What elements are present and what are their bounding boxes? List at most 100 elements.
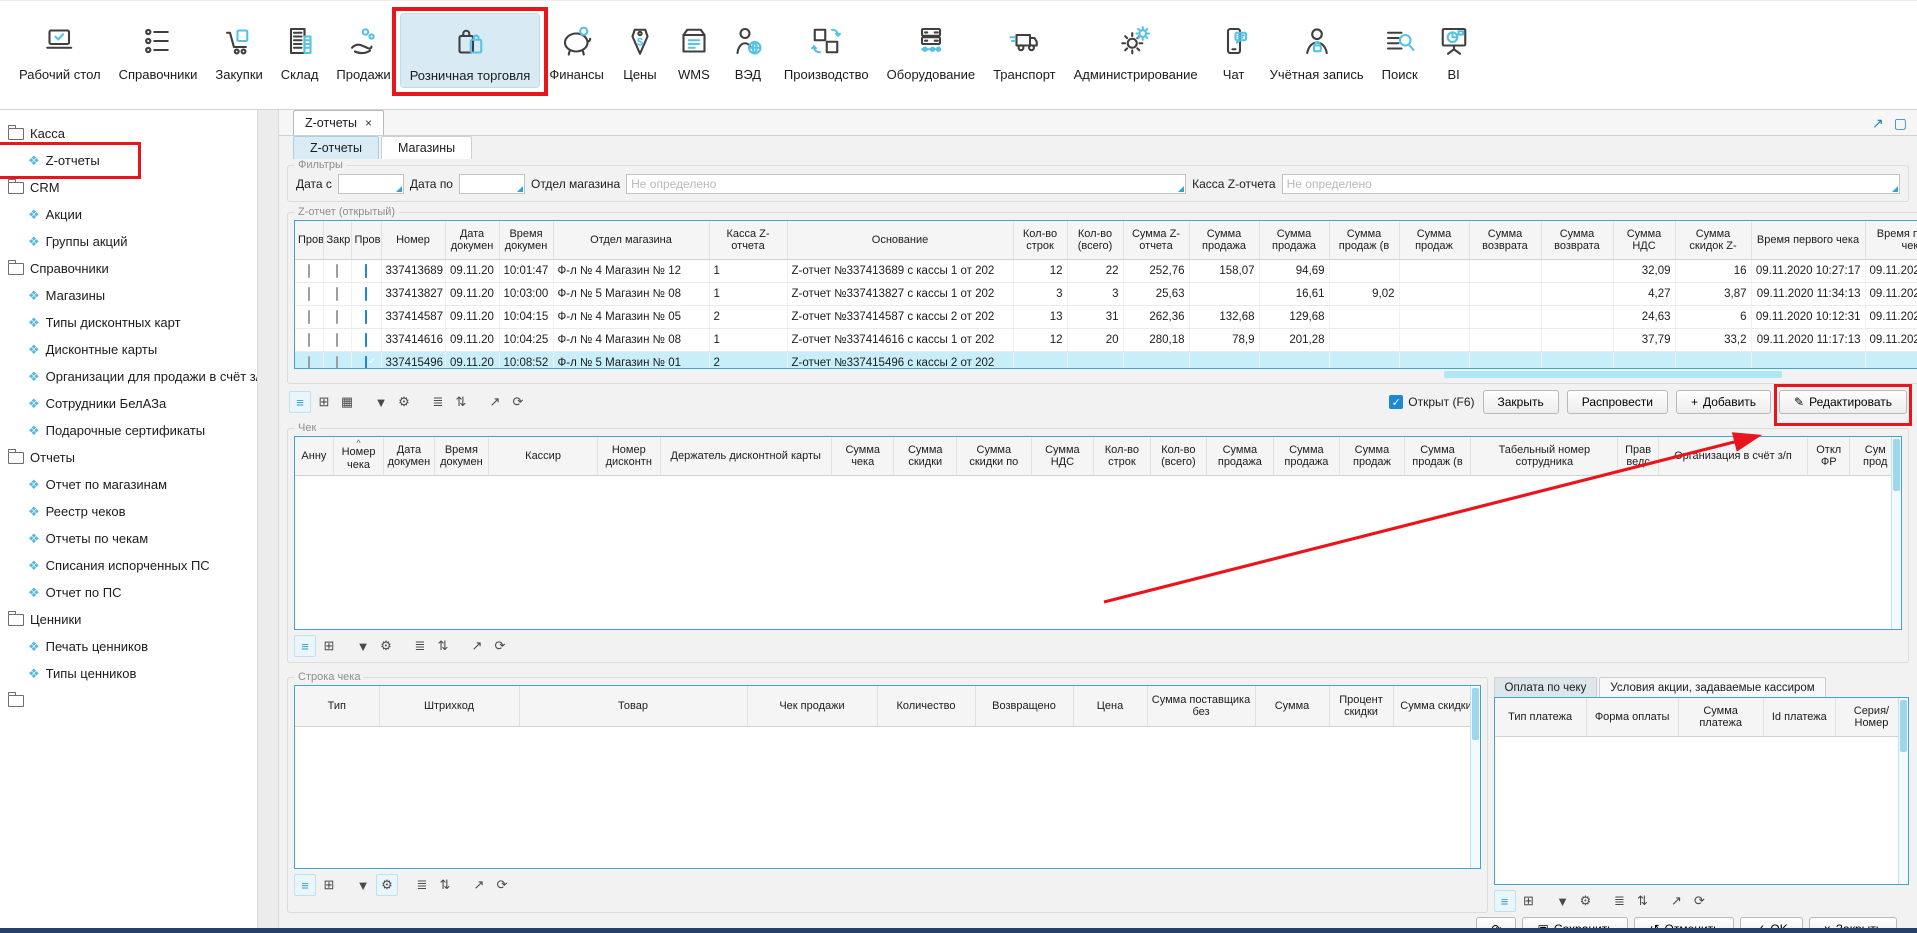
document-tab-zreports[interactable]: Z-отчеты × [293, 110, 384, 135]
numbered-list-icon[interactable]: ≣ [1610, 891, 1630, 911]
payment-tab-1[interactable]: Условия акции, задаваемые кассиром [1599, 677, 1825, 697]
toolbar-item-retail[interactable]: Розничная торговля [400, 13, 541, 88]
row-checkbox[interactable] [365, 333, 367, 347]
column-header[interactable]: Сумма платежа [1678, 698, 1763, 737]
column-header[interactable]: Кол-во строк [1094, 437, 1150, 476]
column-header[interactable]: Сумма скидки [1393, 686, 1479, 727]
column-header[interactable]: Id платежа [1763, 698, 1835, 737]
filter-icon[interactable]: ▼ [353, 875, 373, 895]
row-checkbox[interactable] [308, 310, 310, 324]
toolbar-item-finance[interactable]: Финансы [540, 13, 613, 86]
row-checkbox[interactable] [336, 287, 338, 301]
toolbar-item-account[interactable]: Учётная запись [1261, 13, 1373, 86]
open-window-icon[interactable]: ↗ [485, 392, 505, 412]
grid-view-icon[interactable]: ⊞ [319, 875, 339, 895]
column-header[interactable]: Тип платежа [1495, 698, 1587, 737]
column-header[interactable]: Сумма скидки по [957, 437, 1032, 476]
sidebar-item-подарочные-сертификаты[interactable]: ❖Подарочные сертификаты [0, 417, 257, 444]
sidebar-item-печать-ценников[interactable]: ❖Печать ценников [0, 633, 257, 660]
sidebar-item-z-отчеты[interactable]: ❖Z-отчеты [0, 147, 257, 174]
column-header[interactable]: Кол-во (всего) [1150, 437, 1206, 476]
sidebar-item-отчет-по-пс[interactable]: ❖Отчет по ПС [0, 579, 257, 606]
view-tab-1[interactable]: Магазины [381, 136, 472, 159]
settings-gear-icon[interactable]: ⚙ [376, 874, 398, 896]
row-checkbox[interactable] [365, 310, 367, 324]
toolbar-item-sales[interactable]: Продажи [327, 13, 399, 86]
open-window-icon[interactable]: ↗ [469, 875, 489, 895]
sidebar-item-сотрудники-белаза[interactable]: ❖Сотрудники БелАЗа [0, 390, 257, 417]
column-header[interactable]: Номер [381, 221, 445, 260]
column-header[interactable]: Сумма поставщика без [1147, 686, 1255, 727]
column-header[interactable]: Форма оплаты [1586, 698, 1678, 737]
column-header[interactable]: Время докумен [434, 437, 488, 476]
sidebar-item-магазины[interactable]: ❖Магазины [0, 282, 257, 309]
open-window-icon[interactable]: ↗ [467, 636, 487, 656]
column-header[interactable]: Штрихкод [379, 686, 519, 727]
column-header[interactable]: Сумма возврата [1541, 221, 1613, 260]
column-header[interactable]: Время докумен [499, 221, 553, 260]
filter-icon[interactable]: ▼ [371, 392, 391, 412]
column-header[interactable]: Откл ФР [1808, 437, 1850, 476]
toolbar-item-prices[interactable]: $Цены [613, 13, 667, 86]
column-header[interactable]: Касса Z-отчета [709, 221, 787, 260]
list-view-icon[interactable]: ≡ [294, 635, 316, 657]
sort-icon[interactable]: ⇅ [1633, 891, 1653, 911]
refresh-icon[interactable]: ⟳ [1690, 891, 1710, 911]
column-header[interactable]: Сумма продаж [1340, 437, 1405, 476]
toolbar-item-bi[interactable]: BI [1427, 13, 1481, 86]
row-checkbox[interactable] [365, 264, 367, 278]
column-header[interactable]: Сумма чека [831, 437, 894, 476]
column-header[interactable]: Сумма продажа [1207, 437, 1274, 476]
column-header[interactable]: Номер дисконтн [598, 437, 661, 476]
grid-view-icon[interactable]: ⊞ [319, 636, 339, 656]
table-row[interactable]: 33741368909.11.2010:01:47Ф-л № 4 Магазин… [295, 260, 1917, 283]
numbered-list-icon[interactable]: ≣ [412, 875, 432, 895]
column-header[interactable]: Кассир [489, 437, 598, 476]
sidebar-item-реестр-чеков[interactable]: ❖Реестр чеков [0, 498, 257, 525]
sidebar-item-отчеты-по-чекам[interactable]: ❖Отчеты по чекам [0, 525, 257, 552]
sidebar-item-partial[interactable] [0, 687, 257, 714]
list-view-icon[interactable]: ≡ [289, 391, 311, 413]
column-header[interactable]: Сумма скидки [894, 437, 957, 476]
table-row[interactable]: 33741461609.11.2010:04:25Ф-л № 4 Магазин… [295, 329, 1917, 352]
column-header[interactable]: Анну [295, 437, 333, 476]
column-header[interactable]: Прав ведс [1618, 437, 1658, 476]
column-header[interactable]: Дата докумен [384, 437, 434, 476]
sidebar-item-отчет-по-магазинам[interactable]: ❖Отчет по магазинам [0, 471, 257, 498]
column-header[interactable]: Сумма продаж [1399, 221, 1469, 260]
edit-button[interactable]: ✎Редактировать [1779, 390, 1907, 414]
toolbar-item-transport[interactable]: Транспорт [984, 13, 1065, 86]
expand-icon[interactable]: ↗ [1872, 115, 1884, 132]
sort-icon[interactable]: ⇅ [451, 392, 471, 412]
sort-icon[interactable]: ⇅ [433, 636, 453, 656]
column-header[interactable]: Количество [877, 686, 975, 727]
toolbar-item-purchases[interactable]: Закупки [206, 13, 271, 86]
column-header[interactable]: Основание [787, 221, 1013, 260]
numbered-list-icon[interactable]: ≣ [410, 636, 430, 656]
row-checkbox[interactable] [308, 287, 310, 301]
calendar-view-icon[interactable]: ▦ [337, 392, 357, 412]
grid-view-icon[interactable]: ⊞ [1519, 891, 1539, 911]
toolbar-item-wms[interactable]: WMS [667, 13, 721, 86]
column-header[interactable]: Дата докумен [445, 221, 499, 260]
row-checkbox[interactable] [336, 264, 338, 278]
column-header[interactable]: Организация в счёт з/п [1658, 437, 1807, 476]
popout-icon[interactable]: ▢ [1894, 115, 1907, 132]
filter-icon[interactable]: ▼ [353, 636, 373, 656]
toolbar-item-chat[interactable]: Чат [1207, 13, 1261, 86]
column-header[interactable]: Товар [519, 686, 747, 727]
column-header[interactable]: Держатель дисконтной карты [660, 437, 831, 476]
row-checkbox[interactable] [336, 310, 338, 324]
open-window-icon[interactable]: ↗ [1667, 891, 1687, 911]
filter-icon[interactable]: ▼ [1553, 891, 1573, 911]
column-header[interactable]: Возвращено [975, 686, 1073, 727]
column-header[interactable]: Отдел магазина [553, 221, 709, 260]
table-row[interactable]: 33741549609.11.2010:08:52Ф-л № 5 Магазин… [295, 352, 1917, 370]
row-checkbox[interactable] [308, 333, 310, 347]
row-checkbox[interactable] [308, 356, 310, 369]
column-header[interactable]: Кол-во (всего) [1067, 221, 1123, 260]
table-row[interactable]: 33741382709.11.2010:03:00Ф-л № 5 Магазин… [295, 283, 1917, 306]
toolbar-item-warehouse[interactable]: Склад [272, 13, 328, 86]
column-header[interactable]: Сумма НДС [1613, 221, 1675, 260]
toolbar-item-references[interactable]: Справочники [110, 13, 207, 86]
